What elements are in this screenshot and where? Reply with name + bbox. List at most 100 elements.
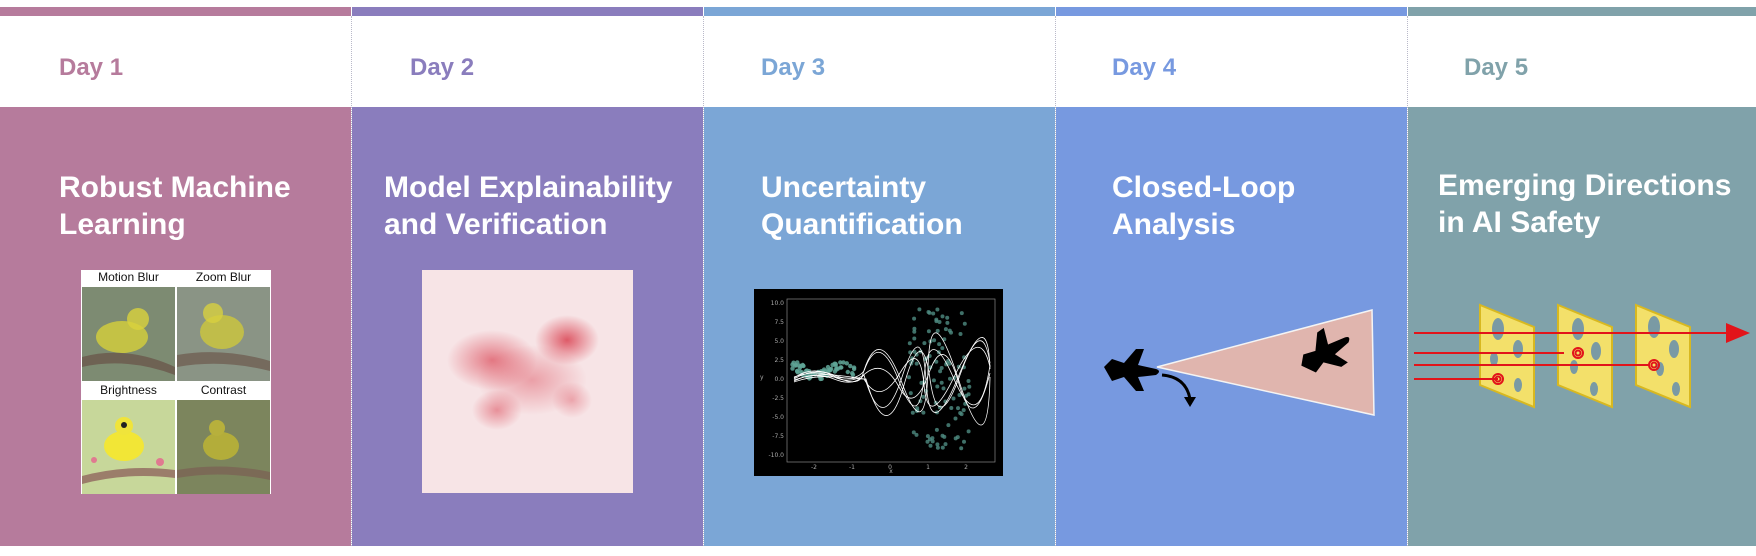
uncertainty-plot: 10.07.55.02.50.0-2.5-5.0-7.5-10.0 -2 -1 0 1… xyxy=(754,289,1003,476)
scatter-point xyxy=(927,310,932,315)
scatter-point xyxy=(966,379,971,383)
scatter-point xyxy=(932,338,937,343)
scatter-point xyxy=(948,376,952,381)
scatter-point xyxy=(832,369,838,374)
y-tick-label: -2.5 xyxy=(772,395,784,402)
scatter-point xyxy=(962,386,967,391)
day-2-panel: Model Explainability and Verification xyxy=(352,107,703,546)
y-tick-label: 10.0 xyxy=(771,300,785,307)
y-tick-label: 5.0 xyxy=(774,338,784,345)
day-3-label: Day 3 xyxy=(761,54,826,81)
scatter-point xyxy=(800,362,805,368)
bird-image-zoom-blur xyxy=(177,287,270,381)
y-tick-label: -5.0 xyxy=(772,414,784,421)
day-4-panel: Closed-Loop Analysis xyxy=(1056,107,1407,546)
day-3-column: Day 3 Uncertainty Quantification 10.0 7.5… xyxy=(704,0,1055,546)
airplane-icon xyxy=(1104,349,1159,391)
scatter-point xyxy=(940,314,945,319)
day-1-panel: Robust Machine Learning Motion Blur Zoom… xyxy=(0,107,351,546)
bird-image-motion-blur xyxy=(82,287,175,381)
day-2-title-line2: and Verification xyxy=(384,208,608,241)
scatter-point xyxy=(953,436,958,441)
scatter-point xyxy=(907,375,911,380)
scatter-point xyxy=(935,445,940,450)
day-5-title: Emerging Directions in AI Safety xyxy=(1438,167,1731,241)
x-tick-label: -1 xyxy=(849,464,855,471)
day-5-title-line1: Emerging Directions xyxy=(1438,169,1732,202)
day-2-title: Model Explainability and Verification xyxy=(384,169,672,243)
scatter-point xyxy=(941,386,946,391)
scatter-point xyxy=(830,362,835,368)
scatter-point xyxy=(794,363,799,368)
day-1-title-line2: Learning xyxy=(59,208,186,241)
day-3-title: Uncertainty Quantification xyxy=(761,169,963,243)
scatter-point xyxy=(828,368,833,373)
scatter-point xyxy=(949,330,953,335)
bird-image-brightness xyxy=(82,400,175,494)
scatter-point xyxy=(945,320,950,325)
scatter-point xyxy=(925,434,930,439)
scatter-point xyxy=(819,376,824,381)
scatter-point xyxy=(850,371,855,376)
scatter-point xyxy=(790,366,795,371)
bird-image-contrast xyxy=(177,400,270,494)
day-5-panel: Emerging Directions in AI Safety xyxy=(1408,107,1756,546)
scatter-point xyxy=(912,336,917,341)
caption-motion-blur: Motion Blur xyxy=(98,270,159,284)
day-2-label: Day 2 xyxy=(410,54,475,81)
scatter-point xyxy=(961,408,966,413)
caption-brightness: Brightness xyxy=(100,383,157,397)
scatter-point xyxy=(841,360,846,365)
scatter-point xyxy=(966,429,971,434)
closed-loop-diagram xyxy=(1104,309,1375,416)
scatter-point xyxy=(921,410,926,415)
scatter-point xyxy=(925,439,930,444)
day-1-title-line1: Robust Machine xyxy=(59,171,291,204)
scatter-point xyxy=(959,311,964,316)
scatter-point xyxy=(926,329,931,334)
scatter-point xyxy=(949,406,954,410)
scatter-point xyxy=(908,391,913,396)
scatter-point xyxy=(910,410,915,415)
day-5-column: Day 5 Emerging Directions in AI Safety xyxy=(1408,0,1756,546)
day-3-topbar xyxy=(704,7,1055,16)
day-4-title-line1: Closed-Loop xyxy=(1112,171,1296,204)
scatter-point xyxy=(943,442,948,447)
day-2-topbar xyxy=(352,7,703,16)
scatter-point xyxy=(934,427,939,432)
day-3-panel: Uncertainty Quantification 10.0 7.5 5.0 2.5… xyxy=(704,107,1055,546)
scatter-point xyxy=(821,367,827,372)
scatter-point xyxy=(946,423,951,428)
scatter-point xyxy=(797,369,803,374)
scatter-point xyxy=(912,326,917,331)
day-4-label: Day 4 xyxy=(1112,54,1177,81)
arrow-icon xyxy=(1726,323,1750,343)
scatter-point xyxy=(937,342,942,347)
swiss-cheese-diagram xyxy=(1414,303,1750,409)
day-1-topbar xyxy=(0,7,351,16)
day-5-topbar xyxy=(1408,7,1756,16)
scatter-point xyxy=(939,380,944,385)
day-4-title: Closed-Loop Analysis xyxy=(1112,169,1295,243)
x-axis-label: x xyxy=(889,468,893,475)
day-1-column: Day 1 Robust Machine Learning Motion Blu… xyxy=(0,0,351,546)
scatter-point xyxy=(921,394,926,399)
scatter-point xyxy=(922,341,927,346)
scatter-point xyxy=(914,432,919,437)
y-tick-label: 2.5 xyxy=(774,357,784,364)
scatter-point xyxy=(959,412,964,417)
scatter-point xyxy=(958,332,963,336)
scatter-point xyxy=(959,446,964,451)
y-tick-label: 0.0 xyxy=(774,376,784,383)
day-4-title-line2: Analysis xyxy=(1112,208,1236,241)
day-2-column: Day 2 Model Explainability and Verificat… xyxy=(352,0,703,546)
scatter-point xyxy=(962,321,967,326)
day-4-column: Day 4 Closed-Loop Analysis xyxy=(1056,0,1407,546)
scatter-point xyxy=(956,406,960,411)
scatter-point xyxy=(951,396,956,401)
y-axis-label: y xyxy=(760,374,764,381)
scatter-point xyxy=(940,346,945,351)
scatter-point xyxy=(931,311,936,316)
scatter-point xyxy=(931,378,936,383)
day-2-title-line1: Model Explainability xyxy=(384,171,673,204)
